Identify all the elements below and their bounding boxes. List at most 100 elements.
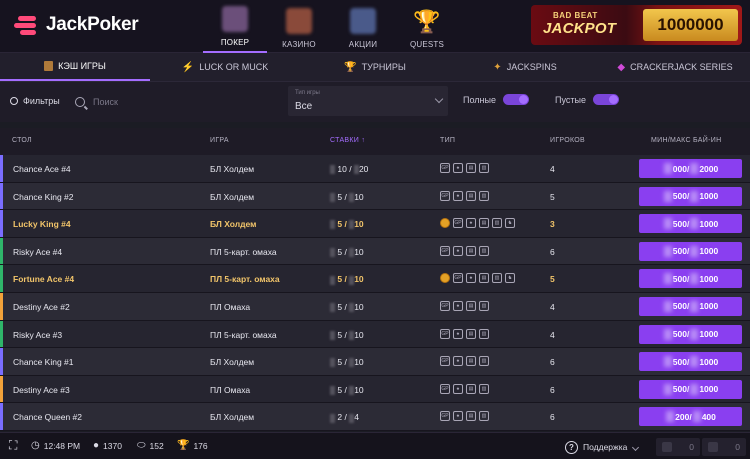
- table-feature-icon: ▤: [466, 411, 476, 422]
- max-buyin: 1000: [699, 246, 719, 257]
- max-buyin: 1000: [699, 191, 719, 202]
- game-color-indicator: [0, 348, 3, 375]
- table-feature-icon: GP: [453, 273, 463, 284]
- game-type-select[interactable]: Тип игры Все: [288, 86, 448, 116]
- big-blind: 10: [354, 246, 364, 257]
- buyin-button[interactable]: 500 / 1000: [639, 214, 742, 234]
- table-row[interactable]: Risky Ace #3 ПЛ 5-карт. омаха 5 / 10 GP ♠ ▤ ▥…: [0, 320, 750, 349]
- brand-logo[interactable]: JackPoker: [12, 12, 139, 38]
- max-buyin: 400: [701, 411, 716, 422]
- table-row[interactable]: Destiny Ace #3 ПЛ Омаха 5 / 10 GP ♠ ▤ ▥ 6 500 /…: [0, 375, 750, 404]
- min-buyin: 500: [672, 301, 687, 312]
- balance-box-2[interactable]: 0: [702, 438, 746, 456]
- buyin-button[interactable]: 500 / 1000: [639, 296, 742, 316]
- search-icon: [75, 97, 85, 107]
- column-header-game[interactable]: ИГРА: [210, 137, 229, 144]
- table-row[interactable]: Chance King #1 БЛ Холдем 5 / 10 GP ♠ ▤ ▥ 6 500 …: [0, 348, 750, 376]
- players-count: 5: [550, 191, 555, 202]
- filters-button[interactable]: Фильтры: [10, 96, 60, 106]
- column-header-players[interactable]: ИГРОКОВ: [550, 137, 585, 144]
- min-buyin: 500: [672, 218, 687, 229]
- table-row[interactable]: Risky Ace #4 ПЛ 5-карт. омаха 5 / 10 GP ♠ ▤ ▥…: [0, 237, 750, 266]
- currency-icon: [349, 248, 355, 258]
- nav-poker[interactable]: ПОКЕР: [203, 0, 267, 53]
- column-header-buyin[interactable]: МИН/МАКС БАЙ-ИН: [651, 137, 721, 144]
- table-feature-icon: ♠: [453, 328, 463, 339]
- nav-casino[interactable]: КАЗИНО: [267, 0, 331, 53]
- nav-promos[interactable]: АКЦИИ: [331, 0, 395, 53]
- players-count: 6: [550, 357, 555, 368]
- table-feature-icon: ▥: [479, 245, 489, 256]
- game-type: БЛ Холдем: [210, 412, 255, 423]
- stakes: 5 / 10: [330, 274, 364, 285]
- column-header-stakes[interactable]: СТАВКИ ↑: [330, 137, 365, 144]
- currency-icon: [330, 192, 335, 202]
- table-feature-icon: GP: [453, 218, 463, 229]
- user-icon: ●: [93, 440, 100, 451]
- search-input[interactable]: [93, 97, 253, 107]
- tab-crackerjack-series[interactable]: ◆ CRACKERJACK SERIES: [600, 53, 750, 81]
- buyin-button[interactable]: 500 / 1000: [639, 241, 742, 261]
- buyin-button[interactable]: 200 / 400: [639, 407, 742, 427]
- tournaments-status: 🏆 176: [177, 441, 208, 452]
- balance-box-1[interactable]: 0: [656, 438, 700, 456]
- tab-tournaments[interactable]: 🏆 ТУРНИРЫ: [300, 53, 450, 81]
- stakes: 10 / 20: [330, 164, 369, 175]
- full-tables-toggle[interactable]: [502, 94, 529, 105]
- game-type: ПЛ 5-карт. омаха: [210, 274, 280, 285]
- tab-luck-or-muck[interactable]: ⚡ LUCK OR MUCK: [150, 53, 300, 81]
- currency-icon: [663, 190, 672, 202]
- table-row[interactable]: Destiny Ace #2 ПЛ Омаха 5 / 10 GP ♠ ▤ ▥ 4 500 /…: [0, 292, 750, 321]
- nav-quests-label: QUESTS: [409, 40, 445, 49]
- table-feature-icon: ▤: [466, 383, 476, 394]
- table-row[interactable]: Fortune Ace #4 ПЛ 5-карт. омаха 5 / 10 GP ♠…: [0, 265, 750, 293]
- table-feature-icon: ▥: [479, 383, 489, 394]
- trophy-icon: 🏆: [413, 9, 441, 34]
- brand-name: JackPoker: [46, 14, 139, 35]
- buyin-button[interactable]: 500 / 1000: [639, 379, 742, 399]
- nav-casino-label: КАЗИНО: [282, 40, 316, 49]
- buyin-button[interactable]: 500 / 1000: [639, 324, 742, 344]
- big-blind: 10: [354, 357, 364, 368]
- currency-icon: [353, 165, 359, 175]
- search-box: [75, 92, 275, 112]
- table-feature-icon: ▥: [479, 300, 489, 311]
- buyin-button[interactable]: 500 / 1000: [639, 352, 742, 372]
- currency-icon: [330, 275, 335, 285]
- big-blind: 20: [358, 164, 369, 174]
- big-blind: 10: [354, 384, 364, 395]
- table-feature-icon: ▤: [479, 273, 489, 284]
- buyin-button[interactable]: 500 / 1000: [639, 269, 742, 289]
- table-row[interactable]: Chance Queen #2 БЛ Холдем 2 / 4 GP ♠ ▤ ▥ 6 200 …: [0, 403, 750, 431]
- players-count: 3: [550, 219, 555, 230]
- players-count: 4: [550, 329, 555, 340]
- table-feature-icon: ▤: [466, 356, 476, 367]
- table-row[interactable]: Chance King #2 БЛ Холдем 5 / 10 GP ♠ ▤ ▥ 5 500 …: [0, 182, 750, 211]
- small-blind: 10: [337, 164, 347, 174]
- nav-quests[interactable]: 🏆 QUESTS: [395, 0, 459, 53]
- tab-luck-or-muck-label: LUCK OR MUCK: [199, 62, 269, 72]
- column-header-table[interactable]: СТОЛ: [12, 137, 32, 144]
- support-label: Поддержка: [583, 442, 628, 452]
- game-type-tabs: КЭШ ИГРЫ ⚡ LUCK OR MUCK 🏆 ТУРНИРЫ ✦ JACK…: [0, 53, 750, 82]
- buyin-button[interactable]: 500 / 1000: [639, 186, 742, 206]
- buyin-button[interactable]: 000 / 2000: [639, 159, 742, 178]
- empty-tables-toggle[interactable]: [592, 94, 619, 105]
- support-button[interactable]: ? Поддержка: [565, 438, 640, 456]
- currency-icon: [349, 386, 355, 395]
- min-buyin: 500: [672, 384, 687, 395]
- table-row[interactable]: Lucky King #4 БЛ Холдем 5 / 10 GP ♠ ▤ ▥ ♞ 3 500 …: [0, 210, 750, 238]
- fullscreen-button[interactable]: ⛶: [9, 439, 21, 451]
- table-type-icons: GP ♠ ▤ ▥ ♞: [440, 218, 518, 229]
- bad-beat-jackpot-banner[interactable]: BAD BEAT JACKPOT 1000000: [531, 5, 742, 45]
- tab-jackspins[interactable]: ✦ JACKSPINS: [450, 53, 600, 81]
- table-type-icons: GP ♠ ▤ ▥: [440, 300, 492, 311]
- column-header-type[interactable]: ТИП: [440, 137, 455, 144]
- stakes: 5 / 10: [330, 385, 364, 395]
- game-type: ПЛ Омаха: [210, 384, 251, 395]
- clock-status: ◷ 12:48 PM: [31, 441, 80, 452]
- table-row[interactable]: Chance Ace #4 БЛ Холдем 10 / 20 GP ♠ ▤ ▥ 4 000 …: [0, 155, 750, 183]
- currency-icon: [330, 330, 335, 340]
- tab-cash-games[interactable]: КЭШ ИГРЫ: [0, 53, 150, 81]
- game-color-indicator: [0, 292, 3, 320]
